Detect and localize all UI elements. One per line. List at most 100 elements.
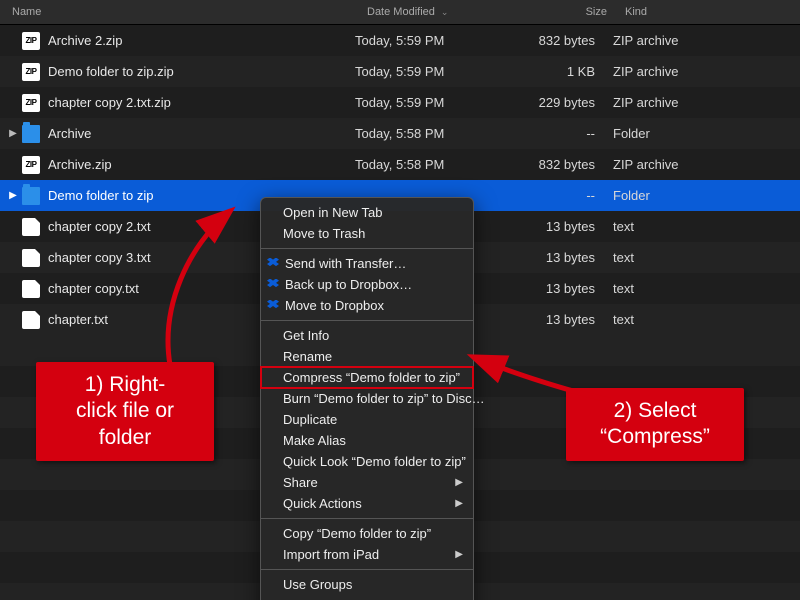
menu-item[interactable]: Rename xyxy=(261,346,473,367)
file-kind: text xyxy=(609,219,800,234)
menu-item[interactable]: Quick Look “Demo folder to zip” xyxy=(261,451,473,472)
column-header-size[interactable]: Size xyxy=(517,6,621,18)
finder-window: Name Date Modified⌄ Size Kind Archive 2.… xyxy=(0,0,800,600)
menu-item-label: Import from iPad xyxy=(283,546,379,563)
menu-item-label: Duplicate xyxy=(283,411,337,428)
menu-separator xyxy=(261,518,473,519)
menu-item-label: Open in New Tab xyxy=(283,204,383,221)
file-kind: Folder xyxy=(609,188,800,203)
file-kind: text xyxy=(609,281,800,296)
folder-icon xyxy=(22,125,40,143)
menu-item[interactable]: Quick Actions▶ xyxy=(261,493,473,514)
file-size: 13 bytes xyxy=(505,219,609,234)
menu-item-label: Quick Look “Demo folder to zip” xyxy=(283,453,466,470)
menu-item[interactable]: Move to Trash xyxy=(261,223,473,244)
file-row[interactable]: chapter copy 2.txt.zipToday, 5:59 PM229 … xyxy=(0,87,800,118)
menu-item[interactable]: Burn “Demo folder to zip” to Disc… xyxy=(261,388,473,409)
menu-item[interactable]: Copy “Demo folder to zip” xyxy=(261,523,473,544)
file-size: 832 bytes xyxy=(505,33,609,48)
file-name: Archive 2.zip xyxy=(48,33,122,48)
file-size: -- xyxy=(505,126,609,141)
file-size: 13 bytes xyxy=(505,281,609,296)
file-size: 832 bytes xyxy=(505,157,609,172)
file-kind: ZIP archive xyxy=(609,157,800,172)
annotation-step-1: 1) Right-click file orfolder xyxy=(36,362,214,461)
sort-indicator-icon: ⌄ xyxy=(441,7,449,18)
menu-item-label: Share xyxy=(283,474,318,491)
dropbox-icon xyxy=(267,300,279,312)
file-name: Demo folder to zip xyxy=(48,188,154,203)
menu-item[interactable]: Use Groups xyxy=(261,574,473,595)
menu-item[interactable]: Duplicate xyxy=(261,409,473,430)
file-size: 229 bytes xyxy=(505,95,609,110)
menu-item-label: Use Groups xyxy=(283,576,352,593)
file-kind: ZIP archive xyxy=(609,95,800,110)
file-size: 13 bytes xyxy=(505,312,609,327)
file-name: chapter.txt xyxy=(48,312,108,327)
file-kind: ZIP archive xyxy=(609,64,800,79)
menu-item-label: Compress “Demo folder to zip” xyxy=(283,369,460,386)
menu-item-label: Back up to Dropbox… xyxy=(285,276,412,293)
column-header-date[interactable]: Date Modified⌄ xyxy=(367,6,517,18)
menu-separator xyxy=(261,569,473,570)
file-kind: text xyxy=(609,312,800,327)
zip-icon xyxy=(22,32,40,50)
file-kind: text xyxy=(609,250,800,265)
file-kind: Folder xyxy=(609,126,800,141)
file-name: chapter copy 3.txt xyxy=(48,250,151,265)
column-header-name[interactable]: Name xyxy=(0,6,367,18)
menu-item[interactable]: Get Info xyxy=(261,325,473,346)
dropbox-icon xyxy=(267,258,279,270)
menu-item-label: Copy “Demo folder to zip” xyxy=(283,525,431,542)
menu-item-label: Burn “Demo folder to zip” to Disc… xyxy=(283,390,485,407)
file-icon xyxy=(22,311,40,329)
file-icon xyxy=(22,280,40,298)
file-row[interactable]: ▶ Archive Today, 5:58 PM--Folder xyxy=(0,118,800,149)
menu-item-label: Rename xyxy=(283,348,332,365)
file-name: chapter copy.txt xyxy=(48,281,139,296)
disclosure-triangle-icon[interactable]: ▶ xyxy=(8,128,18,139)
file-icon xyxy=(22,218,40,236)
menu-item[interactable]: Share ▶ xyxy=(261,472,473,493)
menu-item[interactable]: Import from iPad ▶ xyxy=(261,544,473,565)
file-size: -- xyxy=(505,188,609,203)
menu-separator xyxy=(261,248,473,249)
menu-item-label: Get Info xyxy=(283,327,329,344)
folder-icon xyxy=(22,187,40,205)
zip-icon xyxy=(22,63,40,81)
dropbox-icon xyxy=(267,279,279,291)
menu-item[interactable]: Back up to Dropbox… xyxy=(261,274,473,295)
menu-separator xyxy=(261,320,473,321)
file-name: Demo folder to zip.zip xyxy=(48,64,174,79)
menu-item-label: Quick Actions xyxy=(283,495,362,512)
submenu-arrow-icon: ▶ xyxy=(455,474,463,491)
file-size: 13 bytes xyxy=(505,250,609,265)
menu-item[interactable]: Open in New Tab xyxy=(261,202,473,223)
file-date: Today, 5:58 PM xyxy=(355,157,505,172)
menu-item[interactable]: Move to Dropbox xyxy=(261,295,473,316)
menu-item-label: Move to Dropbox xyxy=(285,297,384,314)
zip-icon xyxy=(22,94,40,112)
menu-item-label: Move to Trash xyxy=(283,225,365,242)
file-row[interactable]: Demo folder to zip.zipToday, 5:59 PM1 KB… xyxy=(0,56,800,87)
column-header-kind[interactable]: Kind xyxy=(621,6,800,18)
submenu-arrow-icon: ▶ xyxy=(455,546,463,563)
file-kind: ZIP archive xyxy=(609,33,800,48)
file-name: chapter copy 2.txt xyxy=(48,219,151,234)
file-icon xyxy=(22,249,40,267)
menu-item[interactable]: Make Alias xyxy=(261,430,473,451)
menu-item[interactable]: Sort By▶ xyxy=(261,595,473,600)
menu-item[interactable]: Compress “Demo folder to zip” xyxy=(261,367,473,388)
menu-item-label: Send with Transfer… xyxy=(285,255,406,272)
file-date: Today, 5:59 PM xyxy=(355,33,505,48)
file-row[interactable]: Archive.zipToday, 5:58 PM832 bytesZIP ar… xyxy=(0,149,800,180)
file-date: Today, 5:59 PM xyxy=(355,95,505,110)
disclosure-triangle-icon[interactable]: ▶ xyxy=(8,190,18,201)
file-date: Today, 5:58 PM xyxy=(355,126,505,141)
menu-item-label: Make Alias xyxy=(283,432,346,449)
file-row[interactable]: Archive 2.zip Today, 5:59 PM832 bytesZIP … xyxy=(0,25,800,56)
column-header-row: Name Date Modified⌄ Size Kind xyxy=(0,0,800,25)
context-menu: Open in New Tab Move to Trash Send with Tr… xyxy=(260,197,474,600)
menu-item[interactable]: Send with Transfer… xyxy=(261,253,473,274)
file-name: Archive xyxy=(48,126,91,141)
